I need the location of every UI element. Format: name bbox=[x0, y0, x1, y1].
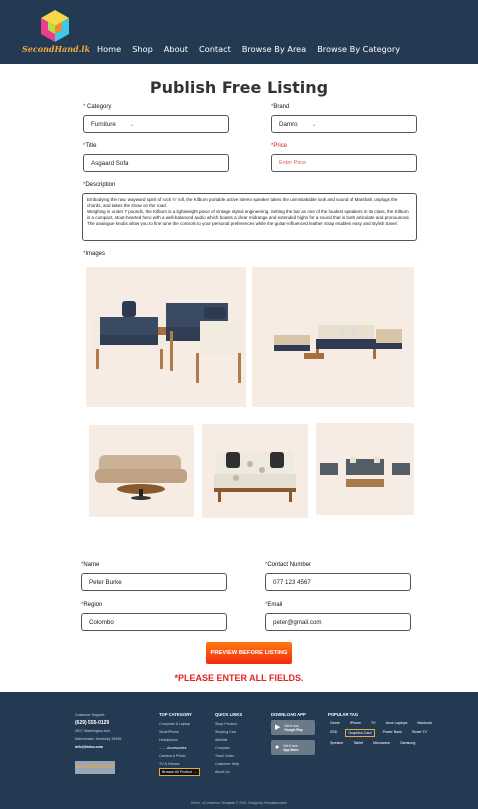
region-input[interactable]: Colombo bbox=[81, 613, 227, 631]
product-image-2[interactable] bbox=[252, 267, 414, 407]
brand-select[interactable]: Damro ⌄ bbox=[271, 115, 417, 133]
footer-link[interactable]: Computer & Laptop bbox=[159, 720, 200, 728]
footer-link[interactable]: About Us bbox=[215, 768, 242, 776]
images-label: *Images bbox=[83, 251, 106, 257]
price-input[interactable]: Enter Price bbox=[271, 154, 417, 172]
category-select[interactable]: Furniture ⌄ bbox=[83, 115, 229, 133]
footer-link[interactable]: Shop Product bbox=[215, 720, 242, 728]
region-label: *Region bbox=[81, 602, 103, 608]
sofa-set-image bbox=[92, 301, 244, 383]
tag[interactable]: Samsung bbox=[398, 740, 417, 746]
quick-links-heading: QUICK LINKS bbox=[215, 712, 243, 717]
name-input[interactable]: Peter Burke bbox=[81, 573, 227, 591]
download-heading: DOWNLOAD APP bbox=[271, 712, 306, 717]
beige-sofa-image bbox=[95, 455, 187, 500]
tag[interactable]: Macbook bbox=[415, 720, 434, 726]
support-phone[interactable]: (629) 555-0129 bbox=[75, 719, 121, 727]
nav-browse-by-category[interactable]: Browse By Category bbox=[317, 44, 400, 54]
cube-logo-icon bbox=[41, 10, 69, 42]
footer-top-category: TOP CATEGORY Computer & Laptop SmartPhon… bbox=[159, 711, 200, 776]
address-line-2: Manchester, Kentucky 39495 bbox=[75, 737, 122, 741]
contact-input[interactable]: 077 123 4567 bbox=[265, 573, 411, 591]
contact-label: *Contact Number bbox=[265, 562, 312, 568]
app-store-button[interactable]: ● Get it now App Store bbox=[271, 740, 315, 755]
name-label: *Name bbox=[81, 562, 100, 568]
footer-link-active[interactable]: —— Accessories bbox=[159, 744, 200, 752]
footer-quick-links: QUICK LINKS Shop Product Shoping Cart Wi… bbox=[215, 711, 242, 776]
footer-link[interactable]: Shoping Cart bbox=[215, 728, 242, 736]
brand-label: *Brand bbox=[271, 104, 290, 110]
footer-link[interactable]: Customer Help bbox=[215, 760, 242, 768]
price-label: *Price bbox=[271, 143, 288, 149]
footer-link[interactable]: Wishlist bbox=[215, 736, 242, 744]
apple-icon: ● bbox=[275, 743, 280, 751]
page-title: Publish Free Listing bbox=[149, 78, 329, 97]
nav-contact[interactable]: Contact bbox=[199, 44, 231, 54]
footer-link[interactable]: TV & Homes bbox=[159, 760, 200, 768]
tag[interactable]: Asus Laptops bbox=[384, 720, 410, 726]
footer-download-app: DOWNLOAD APP ▶ Get it now Google Play ● G… bbox=[271, 711, 315, 760]
product-image-3[interactable] bbox=[89, 425, 194, 517]
email-label: *Email bbox=[265, 602, 283, 608]
tag[interactable]: Smart TV bbox=[410, 729, 429, 737]
site-footer: Customer Support: (629) 555-0129 4517 Wa… bbox=[0, 692, 478, 809]
sofa-lounge-image bbox=[274, 325, 402, 359]
browse-all-product-link[interactable]: Browse All Product → bbox=[159, 768, 200, 776]
play-store-icon: ▶ bbox=[275, 723, 281, 731]
preview-before-listing-button[interactable]: PREVIEW BEFORE LISTING bbox=[206, 642, 292, 664]
description-label: *Description bbox=[83, 182, 116, 188]
copyright: Kinbo - eCommerce Template © 2021. Desig… bbox=[191, 801, 287, 805]
site-logo[interactable]: SecondHand.lk bbox=[22, 8, 91, 58]
tag[interactable]: Speaker bbox=[328, 740, 345, 746]
main-nav: Home Shop About Contact Browse By Area B… bbox=[97, 44, 411, 54]
title-input[interactable]: Asgaard Sofa bbox=[83, 154, 229, 172]
top-category-heading: TOP CATEGORY bbox=[159, 712, 192, 717]
footer-link[interactable]: Camera & Photo bbox=[159, 752, 200, 760]
email-input[interactable]: peter@gmail.com bbox=[265, 613, 411, 631]
support-label: Customer Support: bbox=[75, 713, 106, 717]
product-image-5[interactable] bbox=[316, 423, 414, 515]
popular-tags: Game iPhone TV Asus Laptops Macbook SSD … bbox=[328, 720, 448, 746]
footer-link[interactable]: Headphone bbox=[159, 736, 200, 744]
description-textarea[interactable]: Embodying the raw, wayward spirit of roc… bbox=[82, 193, 417, 241]
google-play-button[interactable]: ▶ Get it now Google Play bbox=[271, 720, 315, 735]
tag-selected[interactable]: Graphics Card bbox=[345, 729, 375, 737]
nav-browse-by-area[interactable]: Browse By Area bbox=[242, 44, 306, 54]
footer-link[interactable]: Compare bbox=[215, 744, 242, 752]
nav-shop[interactable]: Shop bbox=[132, 44, 153, 54]
tag[interactable]: Tablet bbox=[351, 740, 365, 746]
logo-text: SecondHand.lk bbox=[22, 44, 91, 54]
chevron-down-icon: ⌄ bbox=[129, 121, 135, 128]
footer-logo[interactable]: SecondHand.lk bbox=[75, 761, 115, 774]
chevron-down-icon: ⌄ bbox=[311, 121, 317, 128]
brand-value: Damro bbox=[279, 120, 298, 128]
living-room-set-image bbox=[320, 457, 410, 487]
error-message: *PLEASE ENTER ALL FIELDS. bbox=[174, 673, 304, 683]
title-label: *Title bbox=[83, 143, 97, 149]
tag[interactable]: Power Bank bbox=[381, 729, 404, 737]
product-image-1[interactable] bbox=[86, 267, 246, 407]
footer-link[interactable]: Track Order bbox=[215, 752, 242, 760]
nav-about[interactable]: About bbox=[164, 44, 188, 54]
tag[interactable]: iPhone bbox=[348, 720, 363, 726]
tag[interactable]: Microwave bbox=[371, 740, 392, 746]
category-label: * Category bbox=[83, 104, 112, 110]
tag[interactable]: TV bbox=[369, 720, 378, 726]
tag[interactable]: Game bbox=[328, 720, 342, 726]
address-line-1: 4517 Washington Ave. bbox=[75, 729, 111, 733]
nav-home[interactable]: Home bbox=[97, 44, 121, 54]
site-header: SecondHand.lk Home Shop About Contact Br… bbox=[0, 0, 478, 64]
popular-tag-heading: POPULAR TAG bbox=[328, 712, 359, 717]
tag[interactable]: SSD bbox=[328, 729, 339, 737]
footer-email[interactable]: info@kinbo.com bbox=[75, 743, 121, 751]
product-image-4[interactable] bbox=[202, 424, 308, 518]
category-value: Furniture bbox=[91, 120, 116, 128]
footer-contact: Customer Support: (629) 555-0129 4517 Wa… bbox=[75, 711, 121, 751]
floral-sofa-image bbox=[214, 452, 296, 502]
footer-tags-heading-wrap: POPULAR TAG bbox=[328, 711, 358, 720]
footer-link[interactable]: SmartPhone bbox=[159, 728, 200, 736]
